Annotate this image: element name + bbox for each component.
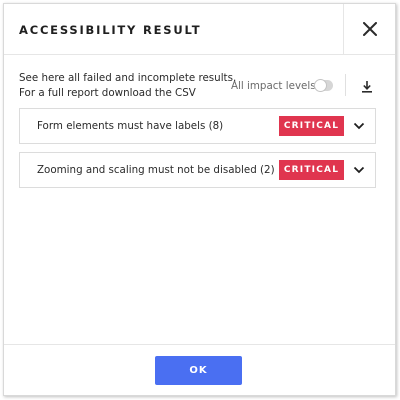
- result-row-form-labels[interactable]: Form elements must have labels (8) CRITI…: [19, 108, 376, 144]
- download-csv-button[interactable]: [356, 75, 378, 97]
- dialog-footer: OK: [4, 344, 395, 395]
- critical-badge: CRITICAL: [279, 116, 344, 136]
- result-label: Form elements must have labels (8): [37, 120, 224, 132]
- toolbar-divider: [345, 74, 346, 96]
- close-icon: [362, 22, 377, 36]
- critical-badge: CRITICAL: [279, 160, 344, 180]
- dialog-header: ACCESSIBILITY RESULT: [4, 4, 395, 55]
- result-label: Zooming and scaling must not be disabled…: [37, 164, 275, 176]
- download-icon: [362, 80, 372, 93]
- intro-line-1: See here all failed and incomplete resul…: [19, 72, 237, 84]
- accessibility-result-dialog: ACCESSIBILITY RESULT See here all failed…: [3, 3, 396, 396]
- ok-button[interactable]: OK: [155, 356, 242, 385]
- chevron-down-icon[interactable]: [353, 120, 365, 132]
- impact-levels-label: All impact levels: [231, 80, 316, 92]
- chevron-down-icon[interactable]: [353, 164, 365, 176]
- impact-levels-toggle[interactable]: [314, 79, 333, 92]
- intro-text: See here all failed and incomplete resul…: [19, 71, 236, 101]
- intro-line-2: For a full report download the CSV: [19, 87, 196, 99]
- close-button[interactable]: [343, 4, 395, 54]
- toggle-knob: [314, 79, 327, 92]
- result-row-zooming-scaling[interactable]: Zooming and scaling must not be disabled…: [19, 152, 376, 188]
- dialog-title: ACCESSIBILITY RESULT: [19, 23, 202, 37]
